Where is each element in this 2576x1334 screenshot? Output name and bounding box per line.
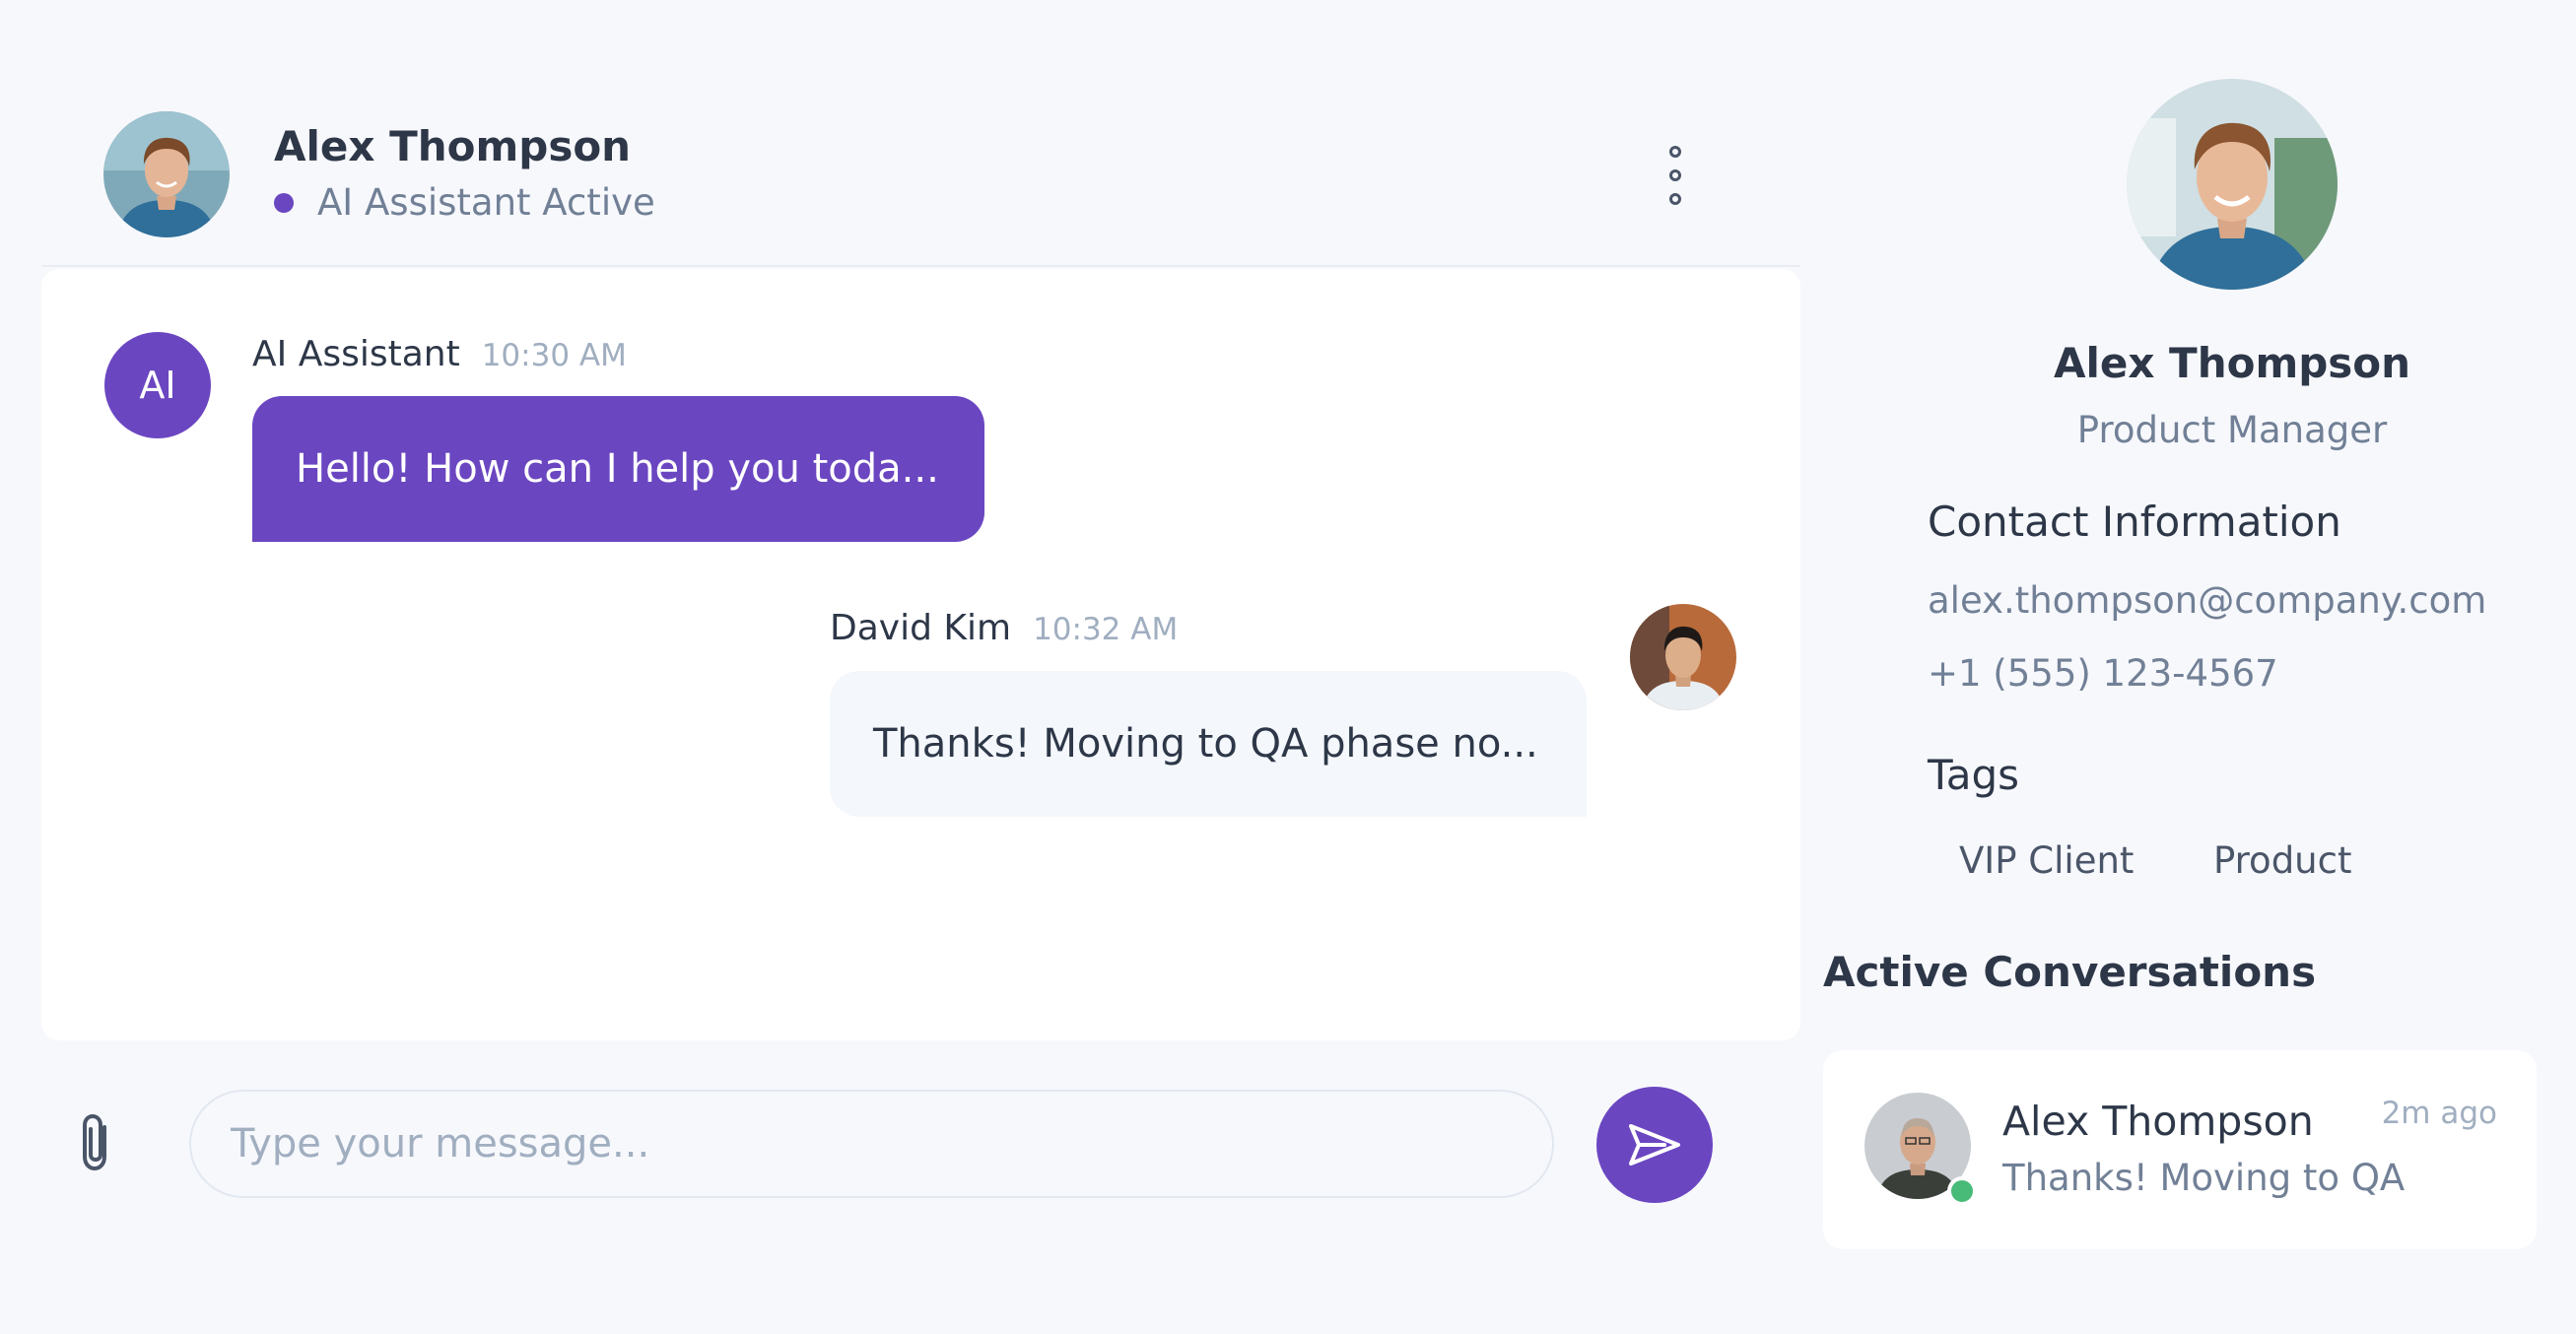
conversation-preview: Thanks! Moving to QA — [2002, 1157, 2406, 1199]
message-bubble-user: Thanks! Moving to QA phase no... — [830, 671, 1587, 817]
message-meta: AI Assistant 10:30 AM — [252, 334, 627, 374]
contact-email[interactable]: alex.thompson@company.com — [1928, 579, 2486, 622]
conversation-name: Alex Thompson — [2002, 1098, 2314, 1145]
contact-phone[interactable]: +1 (555) 123-4567 — [1928, 652, 2278, 695]
sender-avatar — [1630, 604, 1736, 710]
status-indicator-dot — [274, 192, 294, 213]
contact-avatar[interactable] — [103, 111, 230, 237]
paperclip-icon[interactable] — [71, 1111, 120, 1174]
online-status-dot — [1947, 1176, 1977, 1206]
message-time: 10:32 AM — [1033, 612, 1179, 647]
status-text: AI Assistant Active — [317, 181, 655, 224]
tag-vip-client[interactable]: VIP Client — [1959, 839, 2134, 882]
send-icon — [1629, 1124, 1680, 1166]
message-meta: David Kim 10:32 AM — [830, 608, 1178, 648]
chat-header: Alex Thompson AI Assistant Active — [41, 57, 1800, 267]
conversation-time: 2m ago — [2381, 1096, 2497, 1131]
send-button[interactable] — [1596, 1087, 1713, 1203]
conversation-item[interactable]: Alex Thompson Thanks! Moving to QA 2m ag… — [1823, 1050, 2537, 1249]
chat-header-name: Alex Thompson — [274, 122, 632, 170]
active-conversations-heading: Active Conversations — [1823, 948, 2317, 996]
profile-avatar — [2127, 79, 2338, 290]
contact-info-heading: Contact Information — [1928, 498, 2341, 546]
tag-product[interactable]: Product — [2213, 839, 2351, 882]
message-bubble-ai: Hello! How can I help you toda... — [252, 396, 984, 542]
message-input[interactable] — [189, 1090, 1554, 1198]
profile-role: Product Manager — [2076, 409, 2388, 451]
chat-header-status: AI Assistant Active — [274, 181, 655, 224]
message-composer — [41, 1044, 1800, 1241]
message-time: 10:30 AM — [481, 338, 627, 373]
more-vertical-icon[interactable] — [1661, 146, 1690, 205]
ai-assistant-avatar: AI — [104, 332, 211, 438]
tags-heading: Tags — [1928, 751, 2019, 799]
profile-name: Alex Thompson — [2053, 339, 2411, 387]
message-list: AI AI Assistant 10:30 AM Hello! How can … — [41, 269, 1800, 1040]
message-sender: AI Assistant — [252, 334, 460, 374]
message-sender: David Kim — [830, 608, 1012, 648]
